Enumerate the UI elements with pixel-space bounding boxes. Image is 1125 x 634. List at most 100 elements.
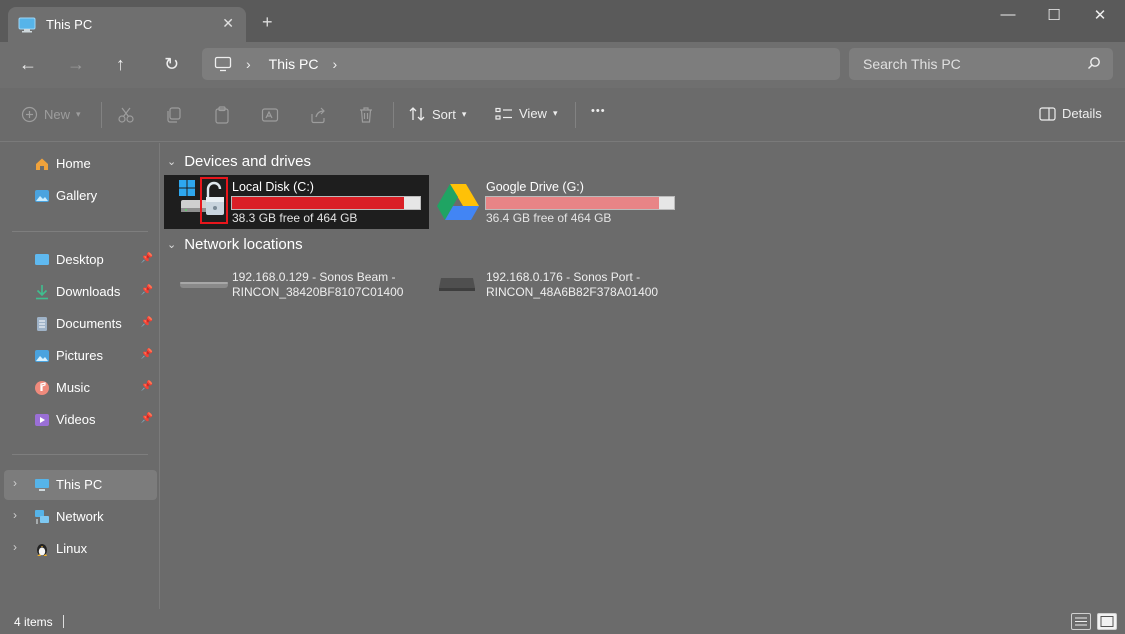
- share-icon[interactable]: [309, 106, 327, 124]
- sort-icon: [409, 107, 425, 121]
- details-view-button[interactable]: [1071, 613, 1091, 630]
- pin-icon[interactable]: 📌: [141, 285, 153, 296]
- maximize-button[interactable]: ☐: [1031, 6, 1077, 24]
- breadcrumb-this-pc[interactable]: This PC: [269, 56, 319, 72]
- windows-logo-icon: [179, 180, 195, 196]
- pin-icon[interactable]: 📌: [141, 253, 153, 264]
- drive-capacity-fill: [232, 197, 405, 209]
- breadcrumb-separator[interactable]: ›: [332, 56, 337, 72]
- chevron-down-icon: ▾: [76, 109, 81, 119]
- home-icon: [36, 158, 48, 170]
- rename-icon[interactable]: [261, 106, 279, 124]
- pin-icon[interactable]: 📌: [141, 349, 153, 360]
- sidebar-item-music[interactable]: Music 📌: [0, 373, 157, 403]
- tiles-view-icon: [1100, 616, 1114, 627]
- sidebar-item-label: Downloads: [56, 284, 121, 299]
- new-label: New: [44, 107, 71, 122]
- view-button[interactable]: View ▾: [495, 106, 557, 121]
- sidebar-item-label: Videos: [56, 412, 96, 427]
- back-button[interactable]: ←: [19, 54, 37, 75]
- sidebar-item-desktop[interactable]: Desktop 📌: [0, 245, 157, 275]
- drive-name: Local Disk (C:): [232, 180, 314, 194]
- breadcrumb-separator[interactable]: ›: [246, 56, 251, 72]
- sidebar-item-label: Documents: [56, 316, 122, 331]
- desktop-icon: [35, 254, 49, 265]
- google-drive-icon: [437, 184, 479, 220]
- sidebar-item-documents[interactable]: Documents 📌: [0, 309, 157, 339]
- sort-button[interactable]: Sort ▾: [408, 106, 466, 122]
- details-button[interactable]: Details: [1039, 106, 1102, 121]
- unlocked-padlock-icon: [206, 181, 224, 215]
- large-icons-view-button[interactable]: [1097, 613, 1117, 630]
- close-tab-icon[interactable]: ✕: [222, 15, 234, 32]
- sidebar-item-linux[interactable]: › Linux: [0, 534, 157, 564]
- drive-capacity-bar: [231, 196, 421, 210]
- up-button[interactable]: ↑: [116, 54, 125, 75]
- sidebar-item-gallery[interactable]: Gallery: [0, 181, 157, 211]
- network-location-sonos-port[interactable]: 192.168.0.176 - Sonos Port - RINCON_48A6…: [431, 270, 691, 310]
- search-input[interactable]: [863, 56, 1073, 72]
- sidebar-item-label: Network: [56, 509, 104, 524]
- delete-icon[interactable]: [357, 106, 375, 124]
- more-options-button[interactable]: •••: [591, 105, 606, 117]
- sidebar-divider: [12, 231, 148, 232]
- search-box[interactable]: [849, 48, 1113, 80]
- group-title: Devices and drives: [184, 153, 311, 170]
- network-location-line1: 192.168.0.176 - Sonos Port -: [486, 270, 641, 284]
- cut-icon[interactable]: [117, 106, 135, 124]
- command-bar: New ▾ Sort ▾ View ▾ ••• Details: [0, 88, 1125, 142]
- network-location-line1: 192.168.0.129 - Sonos Beam -: [232, 270, 396, 284]
- sidebar-item-label: Music: [56, 380, 90, 395]
- drive-free-space: 38.3 GB free of 464 GB: [232, 211, 358, 225]
- drive-g[interactable]: Google Drive (G:) 36.4 GB free of 464 GB: [431, 175, 696, 229]
- chevron-right-icon[interactable]: ›: [13, 540, 17, 554]
- pin-icon[interactable]: 📌: [141, 381, 153, 392]
- pictures-icon: [35, 350, 49, 362]
- monitor-icon: [18, 17, 36, 32]
- drive-c[interactable]: Local Disk (C:) 38.3 GB free of 464 GB: [164, 175, 429, 229]
- network-location-sonos-beam[interactable]: 192.168.0.129 - Sonos Beam - RINCON_3842…: [164, 270, 424, 310]
- status-bar: 4 items: [0, 609, 1125, 634]
- pin-icon[interactable]: 📌: [141, 317, 153, 328]
- sidebar-item-this-pc[interactable]: › This PC: [4, 470, 157, 500]
- close-window-button[interactable]: ✕: [1077, 6, 1123, 24]
- group-header-network[interactable]: ⌄ Network locations: [167, 236, 303, 253]
- audio-device-icon: [439, 278, 475, 291]
- chevron-down-icon[interactable]: ⌄: [167, 238, 176, 251]
- forward-button[interactable]: →: [67, 54, 85, 75]
- this-pc-icon: [35, 479, 49, 491]
- minimize-button[interactable]: —: [985, 6, 1031, 23]
- sidebar-item-home[interactable]: Home: [0, 149, 157, 179]
- sidebar-item-network[interactable]: › Network: [0, 502, 157, 532]
- file-list-pane: ⌄ Devices and drives Local Disk (C:) 38.…: [161, 143, 1125, 609]
- chevron-right-icon[interactable]: ›: [13, 476, 17, 490]
- plus-circle-icon: [21, 106, 38, 123]
- refresh-button[interactable]: ↻: [164, 54, 179, 75]
- group-header-devices[interactable]: ⌄ Devices and drives: [167, 153, 311, 170]
- network-location-line2: RINCON_48A6B82F378A01400: [486, 285, 659, 299]
- new-tab-button[interactable]: +: [262, 12, 273, 33]
- toolbar-divider: [575, 102, 576, 128]
- address-row: ← → ↑ ↻ › This PC ›: [0, 42, 1125, 88]
- status-divider: [63, 615, 64, 628]
- new-button[interactable]: New ▾: [21, 106, 81, 123]
- tab-this-pc[interactable]: This PC ✕: [8, 7, 246, 42]
- item-count: 4 items: [14, 615, 53, 629]
- sidebar-item-downloads[interactable]: Downloads 📌: [0, 277, 157, 307]
- tab-title: This PC: [46, 17, 93, 32]
- sidebar-item-pictures[interactable]: Pictures 📌: [0, 341, 157, 371]
- chevron-right-icon[interactable]: ›: [13, 508, 17, 522]
- gallery-icon: [35, 190, 49, 202]
- chevron-down-icon[interactable]: ⌄: [167, 155, 176, 168]
- address-bar[interactable]: › This PC ›: [202, 48, 840, 80]
- downloads-icon: [36, 285, 48, 300]
- pin-icon[interactable]: 📌: [141, 413, 153, 424]
- details-label: Details: [1062, 106, 1102, 121]
- sidebar-item-label: Linux: [56, 541, 88, 556]
- sidebar-item-videos[interactable]: Videos 📌: [0, 405, 157, 435]
- paste-icon[interactable]: [213, 106, 231, 124]
- group-title: Network locations: [184, 236, 303, 253]
- documents-icon: [37, 317, 47, 331]
- sidebar-divider: [12, 454, 148, 455]
- copy-icon[interactable]: [165, 106, 183, 124]
